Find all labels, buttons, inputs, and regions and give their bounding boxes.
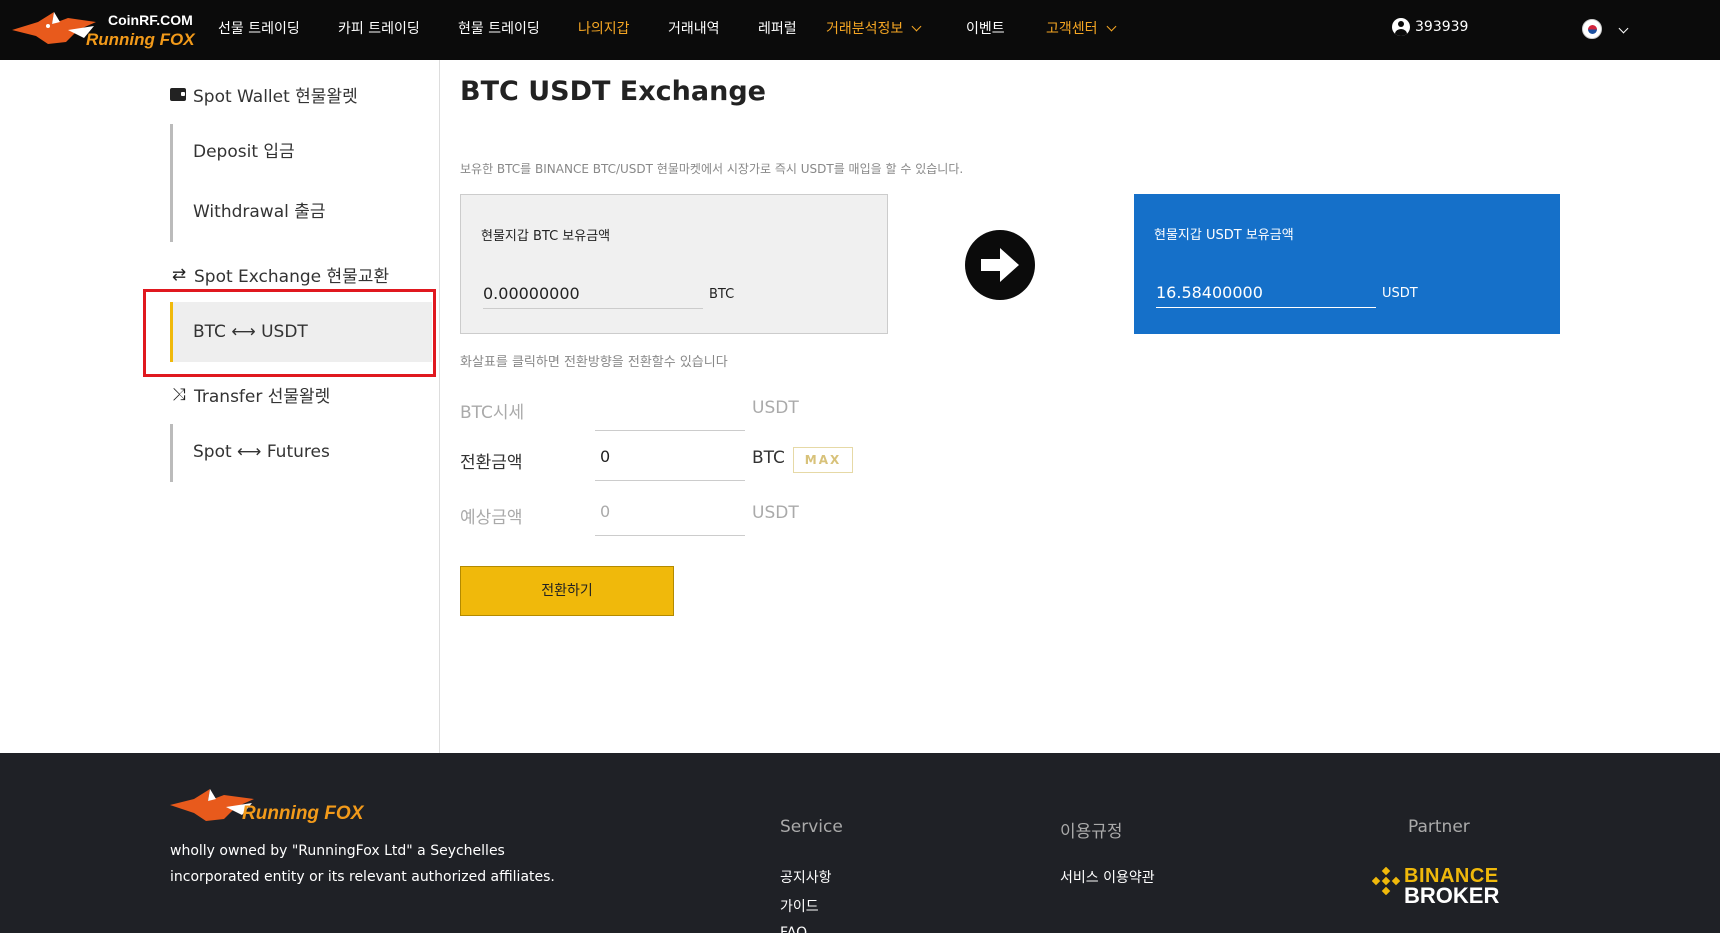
chevron-down-icon — [911, 21, 922, 32]
expected-amount-field: 0 — [595, 488, 745, 536]
footer-link-guide[interactable]: 가이드 — [780, 896, 819, 916]
nav-my-wallet[interactable]: 나의지갑 — [578, 18, 630, 38]
binance-diamond-icon — [1372, 867, 1400, 895]
convert-button[interactable]: 전환하기 — [460, 566, 674, 616]
nav-spot-trading[interactable]: 현물 트레이딩 — [458, 18, 540, 38]
exchange-description: 보유한 BTC를 BINANCE BTC/USDT 현물마켓에서 시장가로 즉시… — [460, 162, 964, 176]
footer: Running FOX wholly owned by "RunningFox … — [0, 753, 1720, 941]
amount-label: 전환금액 — [460, 453, 523, 473]
nav-customer-center[interactable]: 고객센터 — [1046, 18, 1116, 38]
footer-link-terms[interactable]: 서비스 이용약관 — [1060, 867, 1155, 887]
nav-trade-analysis-label: 거래분석정보 — [826, 21, 904, 37]
btc-price-field — [595, 383, 745, 431]
site-logo[interactable]: CoinRF.COM Running FOX — [8, 8, 198, 52]
user-account[interactable]: 393939 — [1392, 18, 1468, 36]
footer-description: wholly owned by "RunningFox Ltd" a Seych… — [170, 843, 555, 885]
btc-balance-card: 현물지갑 BTC 보유금액 0.00000000 BTC — [460, 194, 888, 334]
selection-highlight-box — [143, 289, 436, 377]
exchange-arrows-icon: ⇄ — [171, 264, 187, 285]
footer-partner-heading: Partner — [1408, 817, 1470, 837]
wallet-icon — [170, 88, 186, 101]
nav-customer-center-label: 고객센터 — [1046, 21, 1098, 37]
btc-balance-label: 현물지갑 BTC 보유금액 — [481, 229, 611, 244]
sidebar-spot-wallet-label: Spot Wallet 현물왈렛 — [193, 87, 358, 107]
korea-flag-icon[interactable] — [1582, 19, 1602, 39]
footer-logo-text: Running FOX — [242, 803, 364, 824]
expected-amount-unit: USDT — [752, 503, 799, 523]
user-avatar-icon — [1392, 18, 1410, 36]
chevron-down-icon — [1106, 21, 1116, 32]
btc-price-unit: USDT — [752, 398, 799, 418]
footer-service-heading: Service — [780, 817, 843, 837]
swap-direction-arrow-icon[interactable] — [965, 230, 1035, 300]
nav-trade-history[interactable]: 거래내역 — [668, 18, 720, 38]
amount-input[interactable]: 0 — [595, 433, 745, 481]
nav-trade-analysis[interactable]: 거래분석정보 — [826, 18, 922, 38]
nav-events[interactable]: 이벤트 — [966, 18, 1005, 38]
sidebar-item-deposit[interactable]: Deposit 입금 — [170, 122, 432, 182]
top-navbar: CoinRF.COM Running FOX 선물 트레이딩 카피 트레이딩 현… — [0, 0, 1720, 60]
shuffle-icon: ⤨ — [172, 384, 186, 405]
btc-balance-value: 0.00000000 — [483, 284, 703, 309]
swap-hint: 화살표를 클릭하면 전환방향을 전환할수 있습니다 — [460, 355, 728, 370]
sidebar-item-withdrawal[interactable]: Withdrawal 출금 — [170, 182, 432, 242]
sidebar-transfer-label: Transfer 선물왈렛 — [194, 387, 331, 407]
chevron-down-icon — [1618, 23, 1629, 34]
logo-text: Running FOX — [86, 30, 195, 49]
sidebar-spot-exchange-label: Spot Exchange 현물교환 — [194, 267, 390, 287]
nav-futures-trading[interactable]: 선물 트레이딩 — [218, 18, 300, 38]
sidebar-transfer[interactable]: ⤨ Transfer 선물왈렛 — [170, 382, 331, 408]
footer-logo: Running FOX — [168, 787, 368, 835]
language-dropdown[interactable] — [1610, 20, 1629, 39]
usdt-balance-card: 현물지갑 USDT 보유금액 16.58400000 USDT — [1134, 194, 1560, 334]
usdt-balance-unit: USDT — [1382, 286, 1418, 301]
amount-unit: BTC — [752, 448, 785, 468]
sidebar-spot-exchange[interactable]: ⇄ Spot Exchange 현물교환 — [170, 262, 390, 288]
btc-balance-unit: BTC — [709, 287, 735, 302]
sidebar-item-spot-futures[interactable]: Spot ⟷ Futures — [170, 422, 432, 482]
usdt-balance-label: 현물지갑 USDT 보유금액 — [1154, 228, 1294, 243]
usdt-balance-value: 16.58400000 — [1156, 283, 1376, 308]
logo-brand: CoinRF.COM — [108, 12, 193, 28]
broker-text: BROKER — [1404, 883, 1500, 908]
sidebar-spot-wallet[interactable]: Spot Wallet 현물왈렛 — [170, 82, 358, 107]
nav-referral[interactable]: 레퍼럴 — [758, 18, 797, 38]
nav-copy-trading[interactable]: 카피 트레이딩 — [338, 18, 420, 38]
footer-link-faq[interactable]: FAQ — [780, 925, 807, 941]
footer-terms-heading: 이용규정 — [1060, 822, 1123, 842]
binance-broker-logo[interactable]: BINANCE BROKER — [1372, 865, 1512, 908]
page-title: BTC USDT Exchange — [460, 76, 766, 107]
footer-link-notice[interactable]: 공지사항 — [780, 867, 832, 887]
max-button[interactable]: MAX — [793, 447, 853, 473]
btc-price-label: BTC시세 — [460, 403, 525, 423]
expected-amount-label: 예상금액 — [460, 508, 523, 528]
user-id: 393939 — [1415, 19, 1469, 35]
